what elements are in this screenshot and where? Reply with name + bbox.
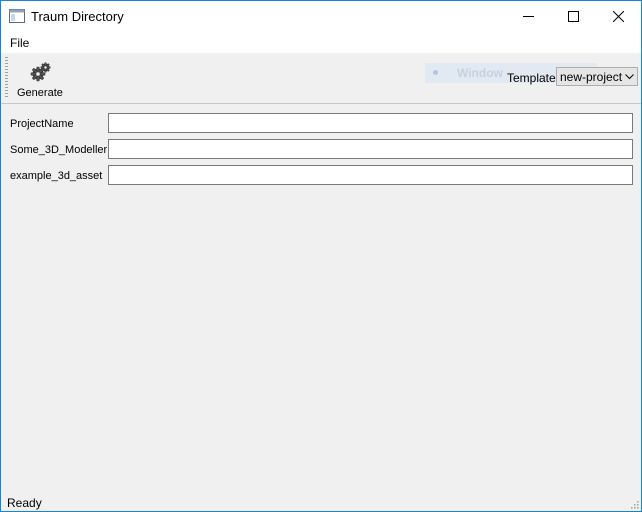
minimize-button[interactable]	[506, 1, 551, 31]
menu-item-file[interactable]: File	[10, 36, 29, 50]
toolbar: Generate Window Template: new-project	[1, 53, 641, 104]
template-selected-value: new-project	[560, 70, 623, 84]
menu-bar: File	[1, 31, 641, 53]
modeller-label: Some_3D_Modeller	[10, 144, 108, 156]
template-label: Template:	[507, 71, 560, 85]
asset-input[interactable]	[108, 165, 633, 185]
asset-label: example_3d_asset	[10, 170, 103, 182]
size-grip-icon[interactable]	[629, 499, 639, 509]
template-select[interactable]: new-project	[556, 67, 638, 86]
application-window: Traum Directory File Generate Window Tem…	[0, 0, 642, 512]
generate-button[interactable]: Generate	[11, 55, 69, 101]
maximize-button[interactable]	[551, 1, 596, 31]
gear-icon	[30, 62, 51, 82]
project-name-label: ProjectName	[10, 118, 74, 130]
window-title: Traum Directory	[31, 9, 124, 24]
project-name-input[interactable]	[108, 113, 633, 133]
toolbar-grip[interactable]	[5, 57, 8, 99]
maximize-icon	[568, 11, 579, 22]
chevron-down-icon	[625, 74, 634, 80]
close-icon	[613, 11, 624, 22]
close-button[interactable]	[596, 1, 641, 31]
ghost-text: Window	[457, 66, 503, 80]
generate-label: Generate	[17, 87, 63, 99]
modeller-input[interactable]	[108, 139, 633, 159]
minimize-icon	[523, 16, 534, 17]
status-text: Ready	[7, 496, 42, 510]
window-app-icon	[9, 9, 25, 23]
ghost-dot-icon	[433, 70, 438, 75]
status-bar: Ready	[1, 489, 641, 511]
title-bar[interactable]: Traum Directory	[1, 1, 641, 31]
